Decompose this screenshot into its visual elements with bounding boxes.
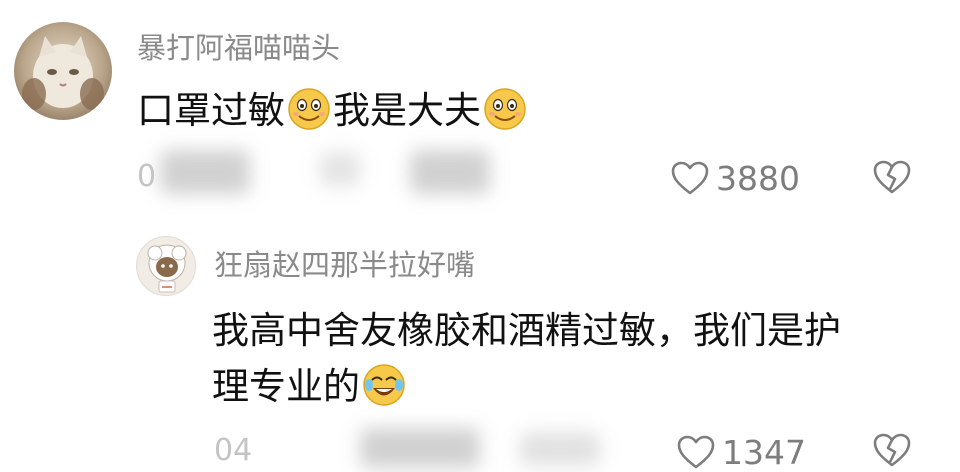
dislike-button[interactable]	[872, 159, 912, 195]
reply-username[interactable]: 狂扇赵四那半拉好嘴	[214, 251, 475, 280]
reply-like-count: 1347	[722, 432, 806, 472]
comment-text-part1: 口罩过敏	[137, 89, 285, 132]
cat-avatar-image	[22, 36, 104, 110]
blurred-region	[160, 150, 250, 194]
laugh-cry-emoji-icon	[363, 364, 405, 406]
avatar[interactable]	[14, 22, 112, 120]
blurred-region	[410, 150, 490, 194]
smile-emoji-icon	[484, 88, 526, 130]
broken-heart-icon	[873, 160, 911, 194]
reply-text-line1: 我高中舍友橡胶和酒精过敏，我们是护	[212, 309, 841, 352]
reply-text-line2: 理专业的	[212, 358, 408, 416]
like-count: 3880	[716, 158, 800, 198]
heart-outline-icon	[677, 435, 715, 469]
comment-text-part2: 我是大夫	[333, 89, 481, 132]
smile-emoji-icon	[288, 88, 330, 130]
reply-meta-partial: 04	[214, 433, 253, 468]
heart-outline-icon	[671, 161, 709, 195]
comment-text: 口罩过敏 我是大夫	[137, 82, 529, 140]
reply-text-line2-text: 理专业的	[212, 365, 360, 408]
blurred-region	[320, 152, 360, 186]
reply-like-button[interactable]: 1347	[676, 434, 806, 470]
sheep-avatar-image	[147, 244, 187, 293]
blurred-region	[360, 428, 480, 468]
reply-avatar[interactable]	[136, 236, 196, 296]
like-button[interactable]: 3880	[670, 160, 800, 196]
blurred-region	[520, 432, 600, 466]
comment-meta-partial: 0	[137, 159, 157, 194]
comment-username[interactable]: 暴打阿福喵喵头	[137, 34, 340, 63]
